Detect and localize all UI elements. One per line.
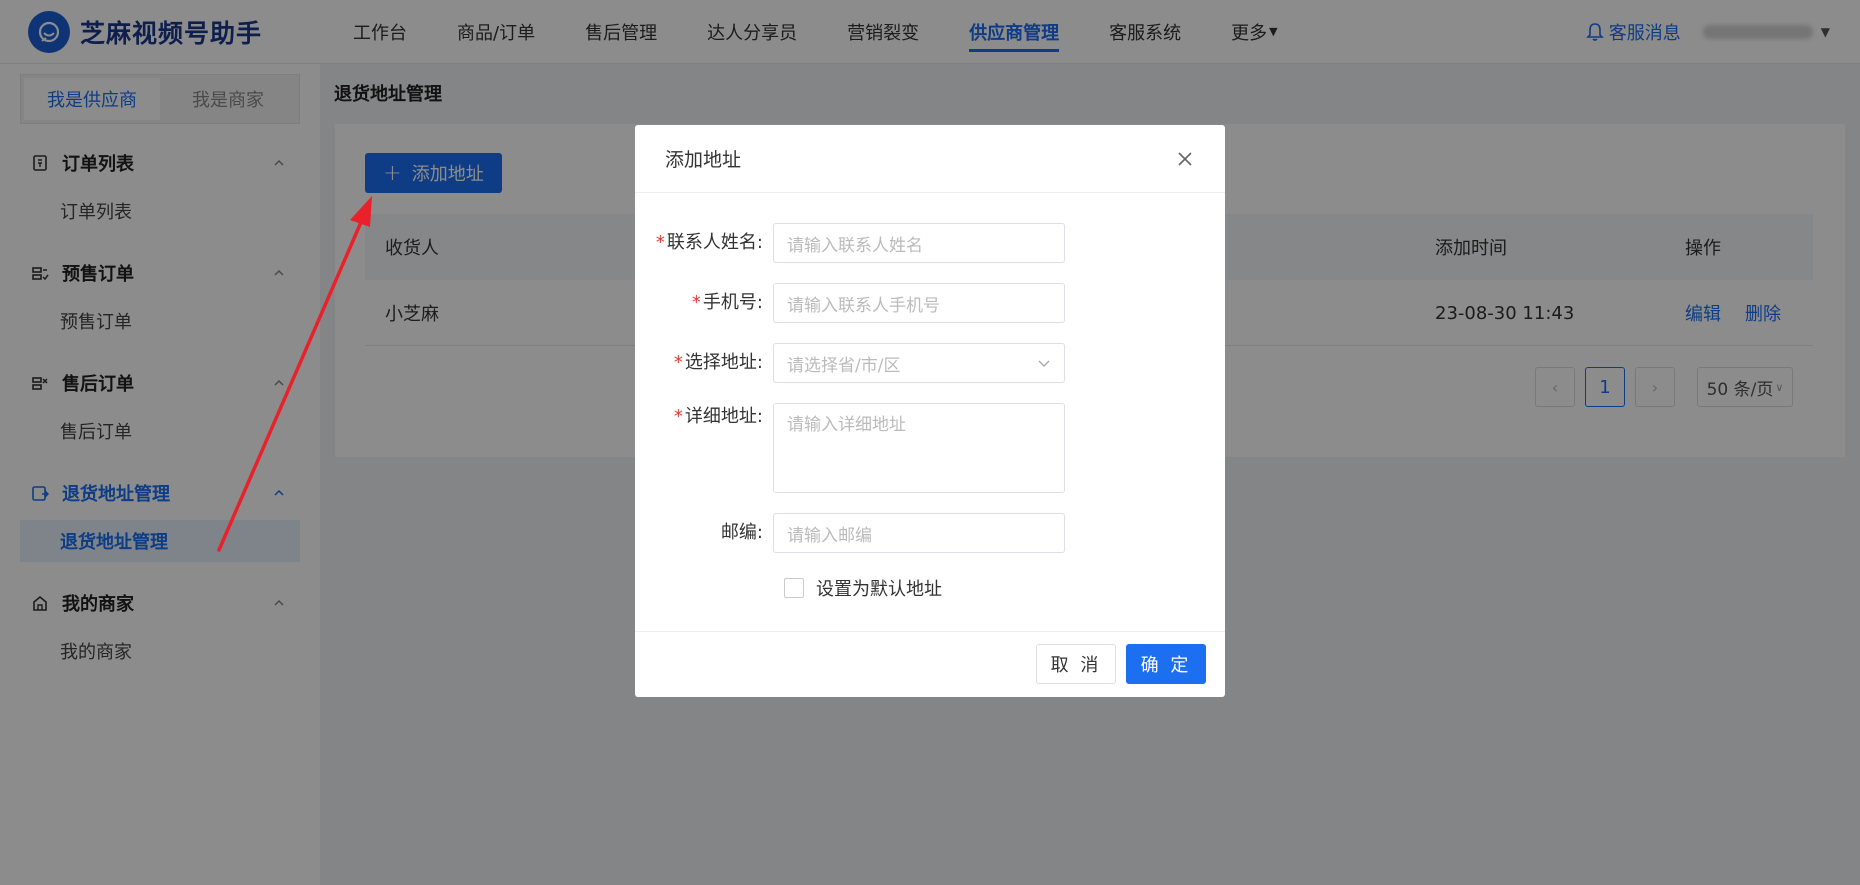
phone-label: * 手机号: — [691, 292, 763, 313]
postcode-input[interactable]: 请输入邮编 — [773, 513, 1065, 553]
required-mark: * — [655, 232, 665, 253]
detail-address-label: * 详细地址: — [673, 406, 763, 427]
detail-address-textarea[interactable]: 请输入详细地址 — [773, 403, 1065, 493]
required-mark: * — [673, 406, 683, 427]
dialog-footer: 取 消 确 定 — [635, 631, 1225, 697]
default-address-checkbox[interactable] — [784, 578, 804, 598]
required-mark: * — [691, 292, 701, 313]
dialog-header: 添加地址 — [635, 125, 1225, 193]
region-select[interactable]: 请选择省/市/区 — [773, 343, 1065, 383]
form-row-postcode: 邮编: 请输入邮编 — [635, 513, 1065, 553]
default-address-label: 设置为默认地址 — [816, 579, 942, 600]
confirm-button[interactable]: 确 定 — [1126, 644, 1206, 684]
contact-name-input[interactable]: 请输入联系人姓名 — [773, 223, 1065, 263]
default-address-option[interactable]: 设置为默认地址 — [784, 575, 942, 601]
region-label: * 选择地址: — [673, 352, 763, 373]
cancel-button[interactable]: 取 消 — [1036, 644, 1116, 684]
form-row-phone: * 手机号: 请输入联系人手机号 — [635, 283, 1065, 323]
dialog-title: 添加地址 — [665, 149, 742, 171]
chevron-down-icon — [1038, 360, 1050, 367]
postcode-label: 邮编: — [720, 522, 763, 543]
form-row-detail-address: * 详细地址: 请输入详细地址 — [635, 403, 1065, 493]
required-mark: * — [673, 352, 683, 373]
close-icon[interactable] — [1175, 149, 1195, 169]
form-row-contact-name: * 联系人姓名: 请输入联系人姓名 — [635, 223, 1065, 263]
phone-input[interactable]: 请输入联系人手机号 — [773, 283, 1065, 323]
contact-name-label: * 联系人姓名: — [655, 232, 763, 253]
add-address-dialog: 添加地址 * 联系人姓名: 请输入联系人姓名 * 手机号: 请输入联系人手机号 * 选… — [635, 125, 1225, 697]
form-row-region: * 选择地址: 请选择省/市/区 — [635, 343, 1065, 383]
